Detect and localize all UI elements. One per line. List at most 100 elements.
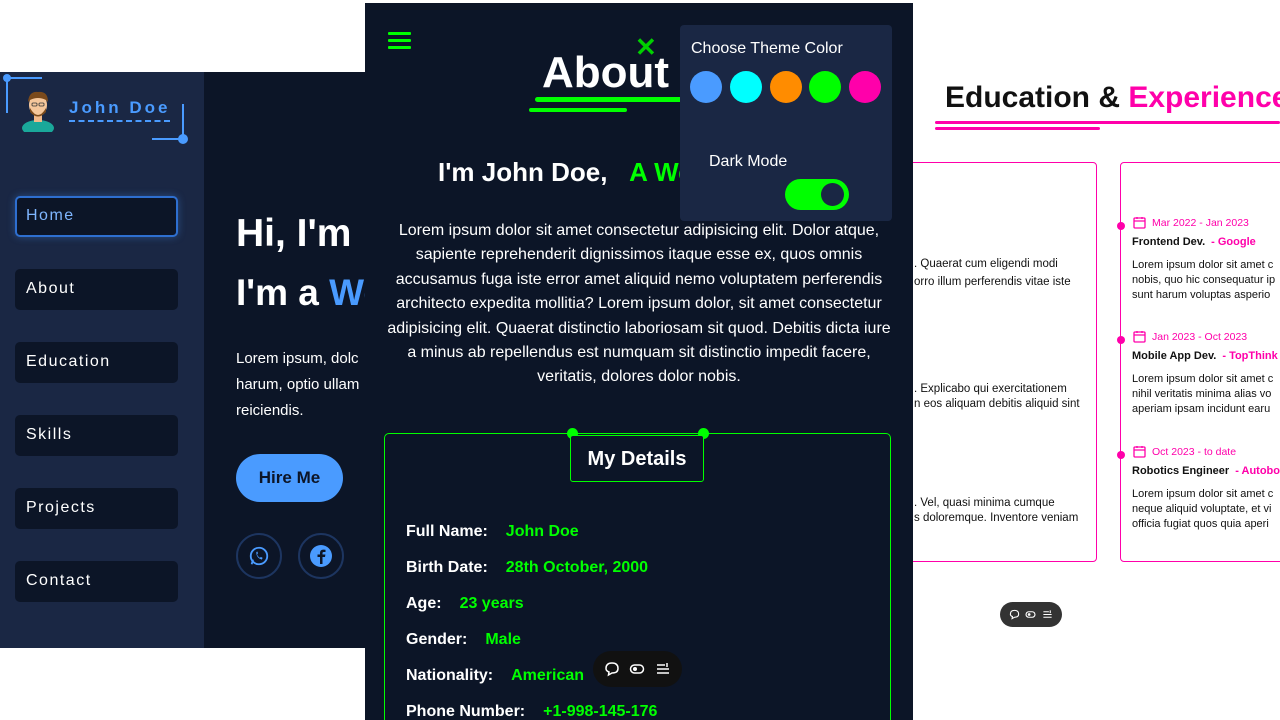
timeline-desc-line: nihil veritatis minima alias vo [1132, 388, 1272, 400]
timeline-desc-line: Lorem ipsum dolor sit amet c [1132, 373, 1274, 385]
timeline-role-text: Frontend Dev. [1132, 236, 1206, 248]
card-text-fragment: . Quaerat cum eligendi modi [914, 258, 1058, 270]
hero-role-accent: We [329, 272, 365, 313]
about-intro-prefix: I'm John Doe, [438, 157, 608, 187]
timeline-role-text: Robotics Engineer [1132, 465, 1230, 477]
sidebar-item-projects[interactable]: Projects [15, 488, 178, 529]
card-text-fragment: s doloremque. Inventore veniam [914, 512, 1079, 524]
about-intro: I'm John Doe, A We [438, 157, 693, 188]
detail-value: +1-998-145-176 [543, 703, 658, 720]
hero-role-prefix: I'm a [236, 272, 330, 313]
timeline-date: Jan 2023 - Oct 2023 [1133, 330, 1247, 343]
card-text-fragment: . Explicabo qui exercitationem [914, 383, 1067, 395]
dark-mode-label: Dark Mode [709, 153, 788, 170]
calendar-icon [1133, 446, 1146, 458]
sliders-icon[interactable] [655, 661, 671, 677]
detail-phone: Phone Number: +1-998-145-176 [406, 703, 657, 720]
sidebar-item-home[interactable]: Home [15, 196, 178, 237]
card-text-fragment: . Vel, quasi minima cumque [914, 497, 1055, 509]
calendar-icon [1133, 331, 1146, 343]
sidebar-item-education[interactable]: Education [15, 342, 178, 383]
timeline-date: Mar 2022 - Jan 2023 [1133, 216, 1249, 229]
home-section: John Doe Home About Education Skills Pro… [0, 72, 365, 648]
sidebar-item-about[interactable]: About [15, 269, 178, 310]
education-section: Education & Experience . Quaerat cum eli… [913, 75, 1280, 648]
education-card-left: . Quaerat cum eligendi modi orro illum p… [913, 162, 1097, 562]
timeline-desc-line: nobis, quo hic consequatur ip [1132, 274, 1276, 286]
detail-value: 28th October, 2000 [505, 559, 649, 576]
whatsapp-link[interactable] [236, 533, 282, 579]
timeline-role: Mobile App Dev. - TopThink [1132, 350, 1278, 362]
detail-full-name: Full Name: John Doe [406, 523, 579, 541]
menu-icon[interactable] [388, 32, 412, 50]
sidebar-item-contact[interactable]: Contact [15, 561, 178, 602]
detail-key: Age: [406, 595, 442, 612]
theme-swatch-blue[interactable] [690, 71, 722, 103]
sidebar-item-skills[interactable]: Skills [15, 415, 178, 456]
theme-swatch-orange[interactable] [770, 71, 802, 103]
title-underline-short [529, 108, 627, 112]
detail-value: American [511, 667, 585, 684]
timeline-company: - Google [1211, 236, 1256, 248]
toggle-icon[interactable] [629, 661, 645, 677]
timeline-date-text: Mar 2022 - Jan 2023 [1152, 216, 1249, 229]
hero-description-line: harum, optio ullam [236, 376, 360, 393]
about-title-prefix: About [542, 48, 682, 97]
hero-role-line: I'm a We [236, 272, 365, 314]
detail-birth-date: Birth Date: 28th October, 2000 [406, 559, 648, 577]
theme-swatch-cyan[interactable] [730, 71, 762, 103]
timeline-desc: Lorem ipsum dolor sit amet c nobis, quo h… [1132, 258, 1275, 303]
timeline-desc-line: Lorem ipsum dolor sit amet c [1132, 488, 1274, 500]
theme-panel: Choose Theme Color Dark Mode [680, 25, 892, 221]
timeline-role: Frontend Dev. - Google [1132, 236, 1256, 248]
comment-icon[interactable] [604, 661, 620, 677]
dark-mode-toggle[interactable] [785, 179, 849, 210]
toggle-knob [821, 183, 844, 206]
detail-key: Gender: [406, 631, 468, 648]
education-title: Education & Experience [945, 81, 1280, 115]
timeline-desc: Lorem ipsum dolor sit amet c nihil verita… [1132, 372, 1273, 417]
floating-toolbar [593, 651, 682, 687]
hero-description: Lorem ipsum, dolc harum, optio ullam rei… [236, 346, 365, 424]
education-title-prefix: Education & [945, 81, 1129, 114]
timeline-role-text: Mobile App Dev. [1132, 350, 1217, 362]
education-underline [935, 121, 1280, 124]
theme-swatch-green[interactable] [809, 71, 841, 103]
toggle-icon[interactable] [1025, 609, 1037, 620]
detail-key: Full Name: [406, 523, 488, 540]
timeline-desc-line: sunt harum voluptas asperio [1132, 289, 1271, 301]
floating-toolbar-small [1000, 602, 1062, 627]
timeline-dot [1117, 451, 1125, 459]
brand-name[interactable]: John Doe [69, 98, 171, 122]
hire-me-button[interactable]: Hire Me [236, 454, 343, 502]
detail-nationality: Nationality: American [406, 667, 584, 685]
about-section: ✕ About M I'm John Doe, A We Lorem ipsum… [365, 3, 913, 720]
sliders-icon[interactable] [1042, 609, 1053, 620]
timeline-company: - TopThink [1222, 350, 1278, 362]
timeline-date-text: Jan 2023 - Oct 2023 [1152, 330, 1248, 343]
facebook-icon [310, 545, 332, 567]
timeline-desc-line: officia fugiat quos quia aperi [1132, 518, 1269, 530]
card-text-fragment: orro illum perferendis vitae iste [914, 276, 1071, 288]
education-title-accent: Experience [1128, 81, 1280, 114]
timeline-role: Robotics Engineer - Autobo [1132, 465, 1280, 477]
detail-value: John Doe [505, 523, 579, 540]
hero-description-line: Lorem ipsum, dolc [236, 350, 359, 367]
education-underline-short [935, 127, 1100, 130]
avatar [22, 91, 54, 132]
theme-swatch-pink[interactable] [849, 71, 881, 103]
details-title: My Details [570, 435, 704, 482]
timeline-desc-line: neque aliquid voluptate, et vi [1132, 503, 1272, 515]
comment-icon[interactable] [1009, 609, 1020, 620]
experience-card: Mar 2022 - Jan 2023 Frontend Dev. - Googl… [1117, 162, 1280, 562]
card-text-fragment: n eos aliquam debitis aliquid sint [914, 398, 1080, 410]
detail-gender: Gender: Male [406, 631, 521, 649]
calendar-icon [1133, 217, 1146, 229]
timeline-desc-line: aperiam ipsam incidunt earu [1132, 403, 1271, 415]
sidebar: John Doe Home About Education Skills Pro… [0, 72, 204, 648]
facebook-link[interactable] [298, 533, 344, 579]
detail-key: Phone Number: [406, 703, 526, 720]
detail-age: Age: 23 years [406, 595, 524, 613]
whatsapp-icon [249, 546, 269, 566]
timeline-date: Oct 2023 - to date [1133, 445, 1236, 458]
